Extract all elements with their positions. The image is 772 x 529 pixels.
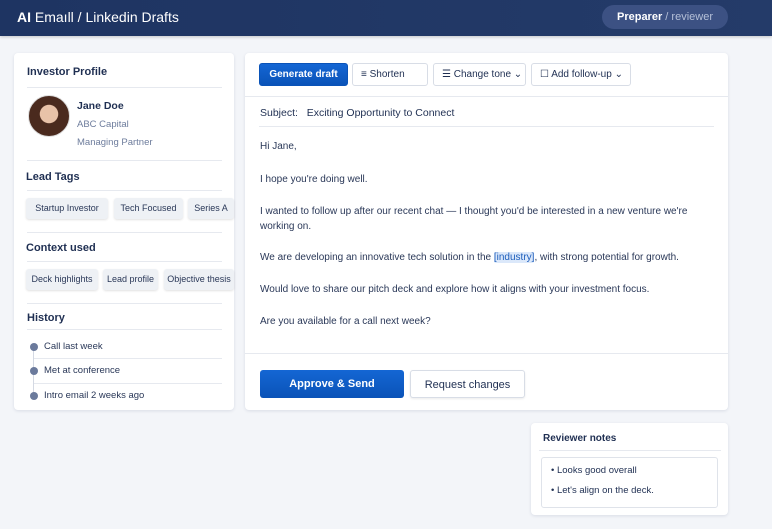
approve-send-button[interactable]: Approve & Send [260,370,404,398]
tag-chip[interactable]: Tech Focused [114,198,183,219]
lead-tags-heading: Lead Tags [26,171,80,183]
timeline-dot-icon [30,343,38,351]
reviewer-notes-panel: Reviewer notes • Looks good overall • Le… [531,423,728,515]
history-item: Call last week [44,341,103,352]
title-rest: Emaıll / Linkedin Drafts [31,9,179,25]
shorten-icon: ≡ [361,69,370,80]
change-tone-button[interactable]: ☰ Change tone ⌄ [433,63,526,86]
note-item: • Let's align on the deck. [551,485,654,496]
email-paragraph: We are developing an innovative tech sol… [260,250,700,265]
role-other: reviewer [671,11,713,23]
email-paragraph: Would love to share our pitch deck and e… [260,284,650,295]
tag-chip[interactable]: Series A [188,198,234,219]
placeholder-token[interactable]: [industry] [493,252,535,263]
change-tone-label: Change tone [453,69,512,80]
email-paragraph: Are you available for a call next week? [260,316,431,327]
avatar [28,95,70,137]
add-follow-up-label: Add follow-up [551,69,612,80]
email-paragraph: I hope you're doing well. [260,174,368,185]
subject-line[interactable]: Subject: Exciting Opportunity to Connect [260,107,454,119]
generate-draft-button[interactable]: Generate draft [259,63,348,86]
context-chip[interactable]: Lead profile [103,269,158,290]
app-title: AI Emaıll / Linkedin Drafts [17,9,179,25]
title-prefix: AI [17,9,31,25]
history-item: Met at conference [44,365,121,376]
reviewer-notes-heading: Reviewer notes [543,433,617,444]
shorten-label: Shorten [369,69,405,80]
paragraph-text: , with strong potential for growth. [534,252,679,263]
subject-text: Exciting Opportunity to Connect [306,107,455,119]
chevron-down-icon: ⌄ [611,69,623,80]
paragraph-text: We are developing an innovative tech sol… [260,252,494,263]
tag-chip[interactable]: Startup Investor [26,198,108,219]
profile-heading: Investor Profile [27,66,108,78]
note-text: Looks good overall [556,465,637,476]
note-text: Let's align on the deck. [556,485,654,496]
list-icon: ☰ [442,69,454,80]
investor-company: ABC Capital [77,119,129,130]
notes-box[interactable]: • Looks good overall • Let's align on th… [541,457,718,508]
context-chip[interactable]: Objective thesis [164,269,234,290]
timeline-dot-icon [30,367,38,375]
note-icon: ☐ [540,69,552,80]
draft-editor-panel: Generate draft ≡ Shorten ☰ Change tone ⌄… [245,53,728,410]
role-switch[interactable]: Preparer / reviewer [602,5,728,29]
context-chip[interactable]: Deck highlights [26,269,98,290]
note-item: • Looks good overall [551,465,637,476]
role-active: Preparer [616,11,663,23]
timeline-dot-icon [30,392,38,400]
subject-label: Subject: [260,107,298,119]
context-heading: Context used [26,242,96,254]
email-paragraph: I wanted to follow up after our recent c… [260,206,688,232]
history-heading: History [27,312,65,324]
shorten-button[interactable]: ≡ Shorten [352,63,428,86]
history-item: Intro email 2 weeks ago [44,390,145,401]
investor-name: Jane Doe [77,100,124,112]
app-header: AI Emaıll / Linkedin Drafts Preparer / r… [0,0,772,36]
investor-title: Managing Partner [77,137,153,148]
investor-profile-panel: Investor Profile Jane Doe ABC Capital Ma… [14,53,234,410]
add-follow-up-button[interactable]: ☐ Add follow-up ⌄ [531,63,631,86]
chevron-down-icon: ⌄ [511,69,523,80]
email-greeting: Hi Jane, [260,141,297,152]
request-changes-button[interactable]: Request changes [410,370,525,398]
